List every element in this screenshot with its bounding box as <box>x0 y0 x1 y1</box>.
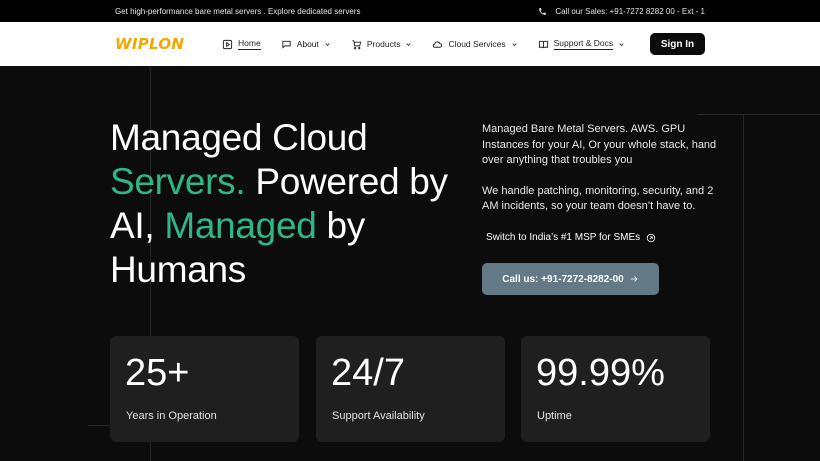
call-button-label: Call us: +91-7272-8282-00 <box>502 273 624 285</box>
headline-ai: AI, <box>110 205 165 246</box>
sign-in-button[interactable]: Sign In <box>650 33 705 55</box>
stat-label: Support Availability <box>332 410 425 422</box>
headline-accent-servers: Servers. <box>110 161 246 202</box>
hero-section: Managed Cloud Servers. Powered by AI, Ma… <box>0 66 820 461</box>
book-icon <box>538 40 548 48</box>
stat-value: 99.99% <box>536 352 665 394</box>
nav-item-products[interactable]: Products <box>351 39 413 50</box>
headline-line-1: Managed Cloud <box>110 117 368 158</box>
headline-accent-managed: Managed <box>164 205 317 246</box>
cart-icon <box>352 39 362 49</box>
hero-headline: Managed Cloud Servers. Powered by AI, Ma… <box>110 116 480 292</box>
main-navigation: WIPLON Home About Products Cloud Service… <box>0 22 820 66</box>
stat-value: 24/7 <box>331 352 405 394</box>
nav-label-cloud-services: Cloud Services <box>448 39 506 49</box>
nav-item-support-docs[interactable]: Support & Docs <box>538 38 626 50</box>
nav-item-cloud-services[interactable]: Cloud Services <box>432 39 517 50</box>
nav-item-about[interactable]: About <box>281 39 331 50</box>
chevron-down-icon <box>619 42 624 46</box>
grid-line <box>743 114 744 461</box>
nav-item-home[interactable]: Home <box>222 38 261 50</box>
stat-label: Years in Operation <box>126 410 217 422</box>
stat-value: 25+ <box>125 352 190 394</box>
chevron-down-icon <box>512 42 517 46</box>
nav-label-about: About <box>296 39 319 49</box>
chevron-down-icon <box>325 42 330 46</box>
stat-card-years: 25+ Years in Operation <box>110 336 299 442</box>
headline-humans: Humans <box>110 249 246 290</box>
nav-menu: Home About Products Cloud Services Suppo… <box>222 38 625 50</box>
description-paragraph-2: We handle patching, monitoring, security… <box>482 184 714 213</box>
promo-text[interactable]: Get high-performance bare metal servers … <box>115 7 360 16</box>
headline-by: by <box>316 205 365 246</box>
sales-contact[interactable]: Call our Sales: +91-7272 8282 00 - Ext -… <box>538 7 705 16</box>
nav-label-home: Home <box>238 38 261 50</box>
stat-card-uptime: 99.99% Uptime <box>521 336 710 442</box>
hero-description: Managed Bare Metal Servers. AWS. GPU Ins… <box>482 122 722 230</box>
chat-bubble-icon <box>282 40 291 49</box>
wiplon-logo[interactable]: WIPLON <box>115 35 222 53</box>
switch-msp-link[interactable]: Switch to India’s #1 MSP for SMEs <box>486 232 656 243</box>
nav-label-products: Products <box>366 39 401 49</box>
stat-card-support: 24/7 Support Availability <box>316 336 505 442</box>
description-paragraph-1: Managed Bare Metal Servers. AWS. GPU Ins… <box>482 123 717 166</box>
play-square-icon <box>222 39 233 49</box>
announcement-bar: Get high-performance bare metal servers … <box>0 0 820 22</box>
sales-text: Call our Sales: +91-7272 8282 00 - Ext -… <box>555 6 705 16</box>
cloud-icon <box>433 40 443 48</box>
call-us-button[interactable]: Call us: +91-7272-8282-00 <box>482 263 659 295</box>
external-link-icon <box>646 233 656 242</box>
grid-line <box>697 114 820 115</box>
stat-label: Uptime <box>537 410 572 422</box>
phone-icon <box>539 7 547 15</box>
headline-powered-by: Powered by <box>245 161 448 202</box>
nav-label-support-docs: Support & Docs <box>553 38 614 50</box>
chevron-down-icon <box>406 42 412 46</box>
switch-link-label: Switch to India’s #1 MSP for SMEs <box>486 232 641 243</box>
arrow-right-icon <box>630 276 638 282</box>
